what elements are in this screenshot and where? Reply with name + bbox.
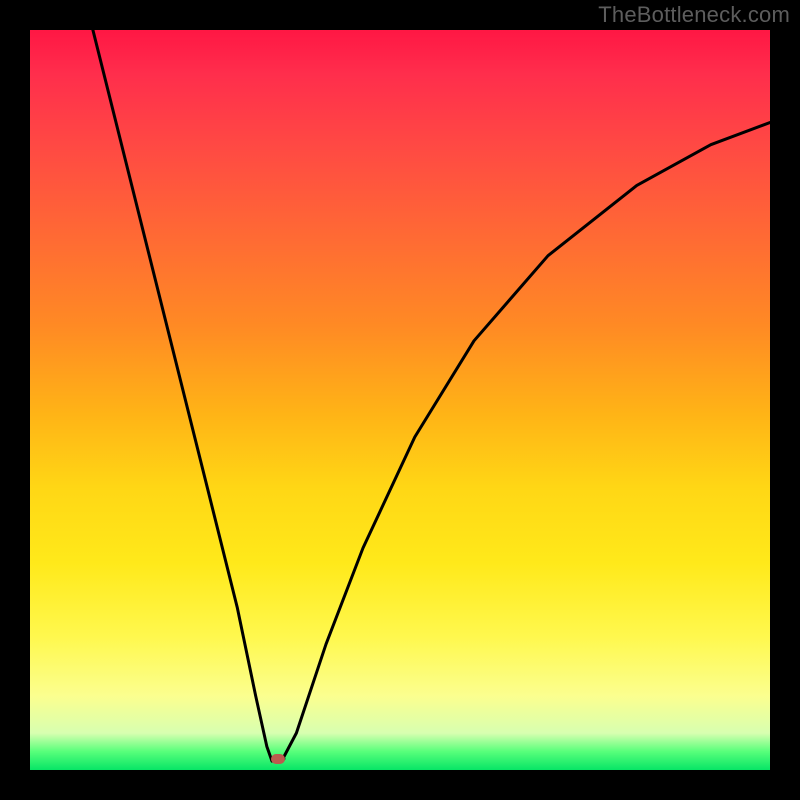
chart-frame: TheBottleneck.com [0,0,800,800]
watermark-text: TheBottleneck.com [598,2,790,28]
minimum-marker [271,754,285,764]
bottleneck-curve [30,30,770,770]
